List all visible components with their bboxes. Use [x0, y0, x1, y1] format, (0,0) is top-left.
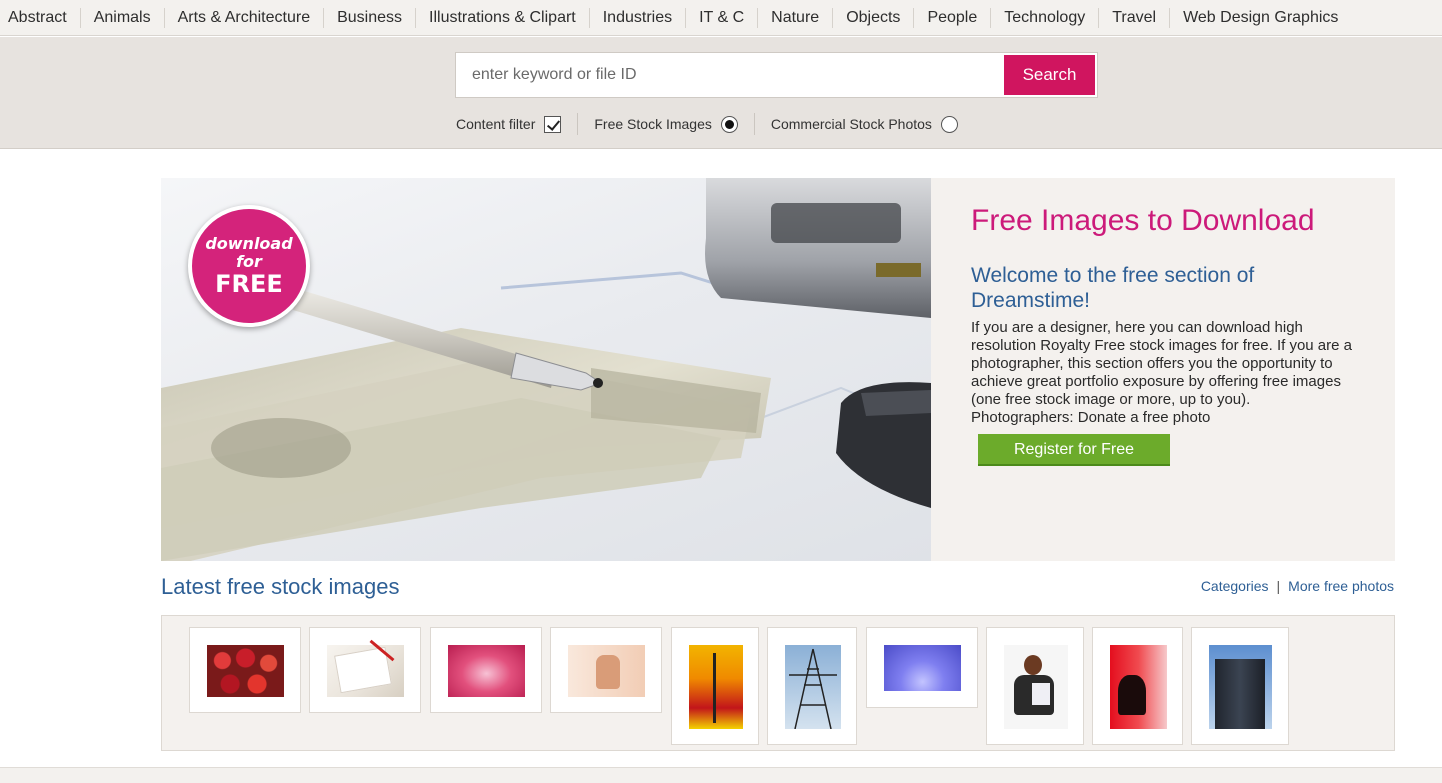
badge-line3: FREE — [215, 270, 283, 298]
hero-text: Free Images to Download Welcome to the f… — [971, 203, 1371, 427]
hero-banner: download for FREE Free Images to Downloa… — [161, 178, 1395, 561]
category-nature[interactable]: Nature — [758, 7, 834, 28]
content-filter-checkbox[interactable] — [544, 115, 562, 133]
filter-divider — [753, 113, 755, 135]
category-technology[interactable]: Technology — [991, 7, 1100, 28]
badge-line1: download — [205, 234, 293, 253]
category-industries[interactable]: Industries — [590, 7, 687, 28]
free-stock-radio[interactable] — [720, 115, 738, 133]
hero-title: Free Images to Download — [971, 204, 1315, 237]
footer-bar — [0, 767, 1442, 783]
thumbnail-abstract-color[interactable] — [671, 627, 759, 745]
badge-line2: for — [236, 252, 262, 271]
category-illustrations-clipart[interactable]: Illustrations & Clipart — [416, 7, 590, 28]
categories-link[interactable]: Categories — [1201, 578, 1269, 594]
thumbnail-water-drop[interactable] — [866, 627, 978, 708]
register-for-free-button[interactable]: Register for Free — [978, 434, 1170, 466]
thumbnail-strawberries[interactable] — [189, 627, 301, 713]
thumbnail-strip — [161, 615, 1395, 751]
thumbnail-power-tower[interactable] — [767, 627, 857, 745]
hero-description: If you are a designer, here you can down… — [971, 319, 1352, 408]
more-free-photos-link[interactable]: More free photos — [1288, 578, 1394, 594]
category-web-design-graphics[interactable]: Web Design Graphics — [1170, 8, 1351, 28]
category-abstract[interactable]: Abstract — [8, 7, 81, 28]
category-it-c[interactable]: IT & C — [686, 7, 759, 28]
search-filters: Content filter Free Stock Images Commerc… — [456, 113, 958, 135]
search-button[interactable]: Search — [1004, 55, 1095, 95]
latest-images-title: Latest free stock images — [161, 574, 400, 599]
donate-photo-link[interactable]: Photographers: Donate a free photo — [971, 409, 1210, 426]
search-band: Search Content filter Free Stock Images … — [0, 37, 1442, 149]
thumbnail-skyscraper[interactable] — [1191, 627, 1289, 745]
hero-body: If you are a designer, here you can down… — [971, 319, 1366, 427]
commercial-stock-radio[interactable] — [940, 115, 958, 133]
hero-subtitle: Welcome to the free section of Dreamstim… — [971, 264, 1255, 312]
hero-image: download for FREE — [161, 178, 931, 561]
category-arts-architecture[interactable]: Arts & Architecture — [165, 7, 325, 28]
content-filter-label: Content filter — [456, 116, 536, 132]
commercial-stock-option: Commercial Stock Photos — [770, 115, 958, 133]
category-objects[interactable]: Objects — [833, 7, 915, 28]
free-stock-option: Free Stock Images — [594, 115, 738, 133]
filter-divider — [577, 113, 579, 135]
free-stock-label: Free Stock Images — [594, 116, 712, 132]
category-nav: Abstract Animals Arts & Architecture Bus… — [0, 0, 1442, 36]
category-business[interactable]: Business — [324, 7, 417, 28]
search-box: Search — [455, 52, 1098, 98]
category-people[interactable]: People — [914, 7, 992, 28]
thumbnail-red-wine[interactable] — [1092, 627, 1183, 745]
category-animals[interactable]: Animals — [81, 7, 165, 28]
link-separator: | — [1276, 578, 1281, 594]
search-input[interactable] — [456, 53, 1004, 97]
category-travel[interactable]: Travel — [1099, 7, 1171, 28]
latest-links: Categories | More free photos — [1201, 578, 1394, 594]
thumbnail-businesswoman[interactable] — [986, 627, 1084, 745]
thumbnail-thumbs-up[interactable] — [550, 627, 662, 713]
thumbnail-pink-flower[interactable] — [430, 627, 542, 713]
download-free-badge: download for FREE — [188, 205, 310, 327]
commercial-stock-label: Commercial Stock Photos — [770, 116, 932, 132]
content-filter: Content filter — [456, 115, 562, 133]
thumbnail-notepad[interactable] — [309, 627, 421, 713]
